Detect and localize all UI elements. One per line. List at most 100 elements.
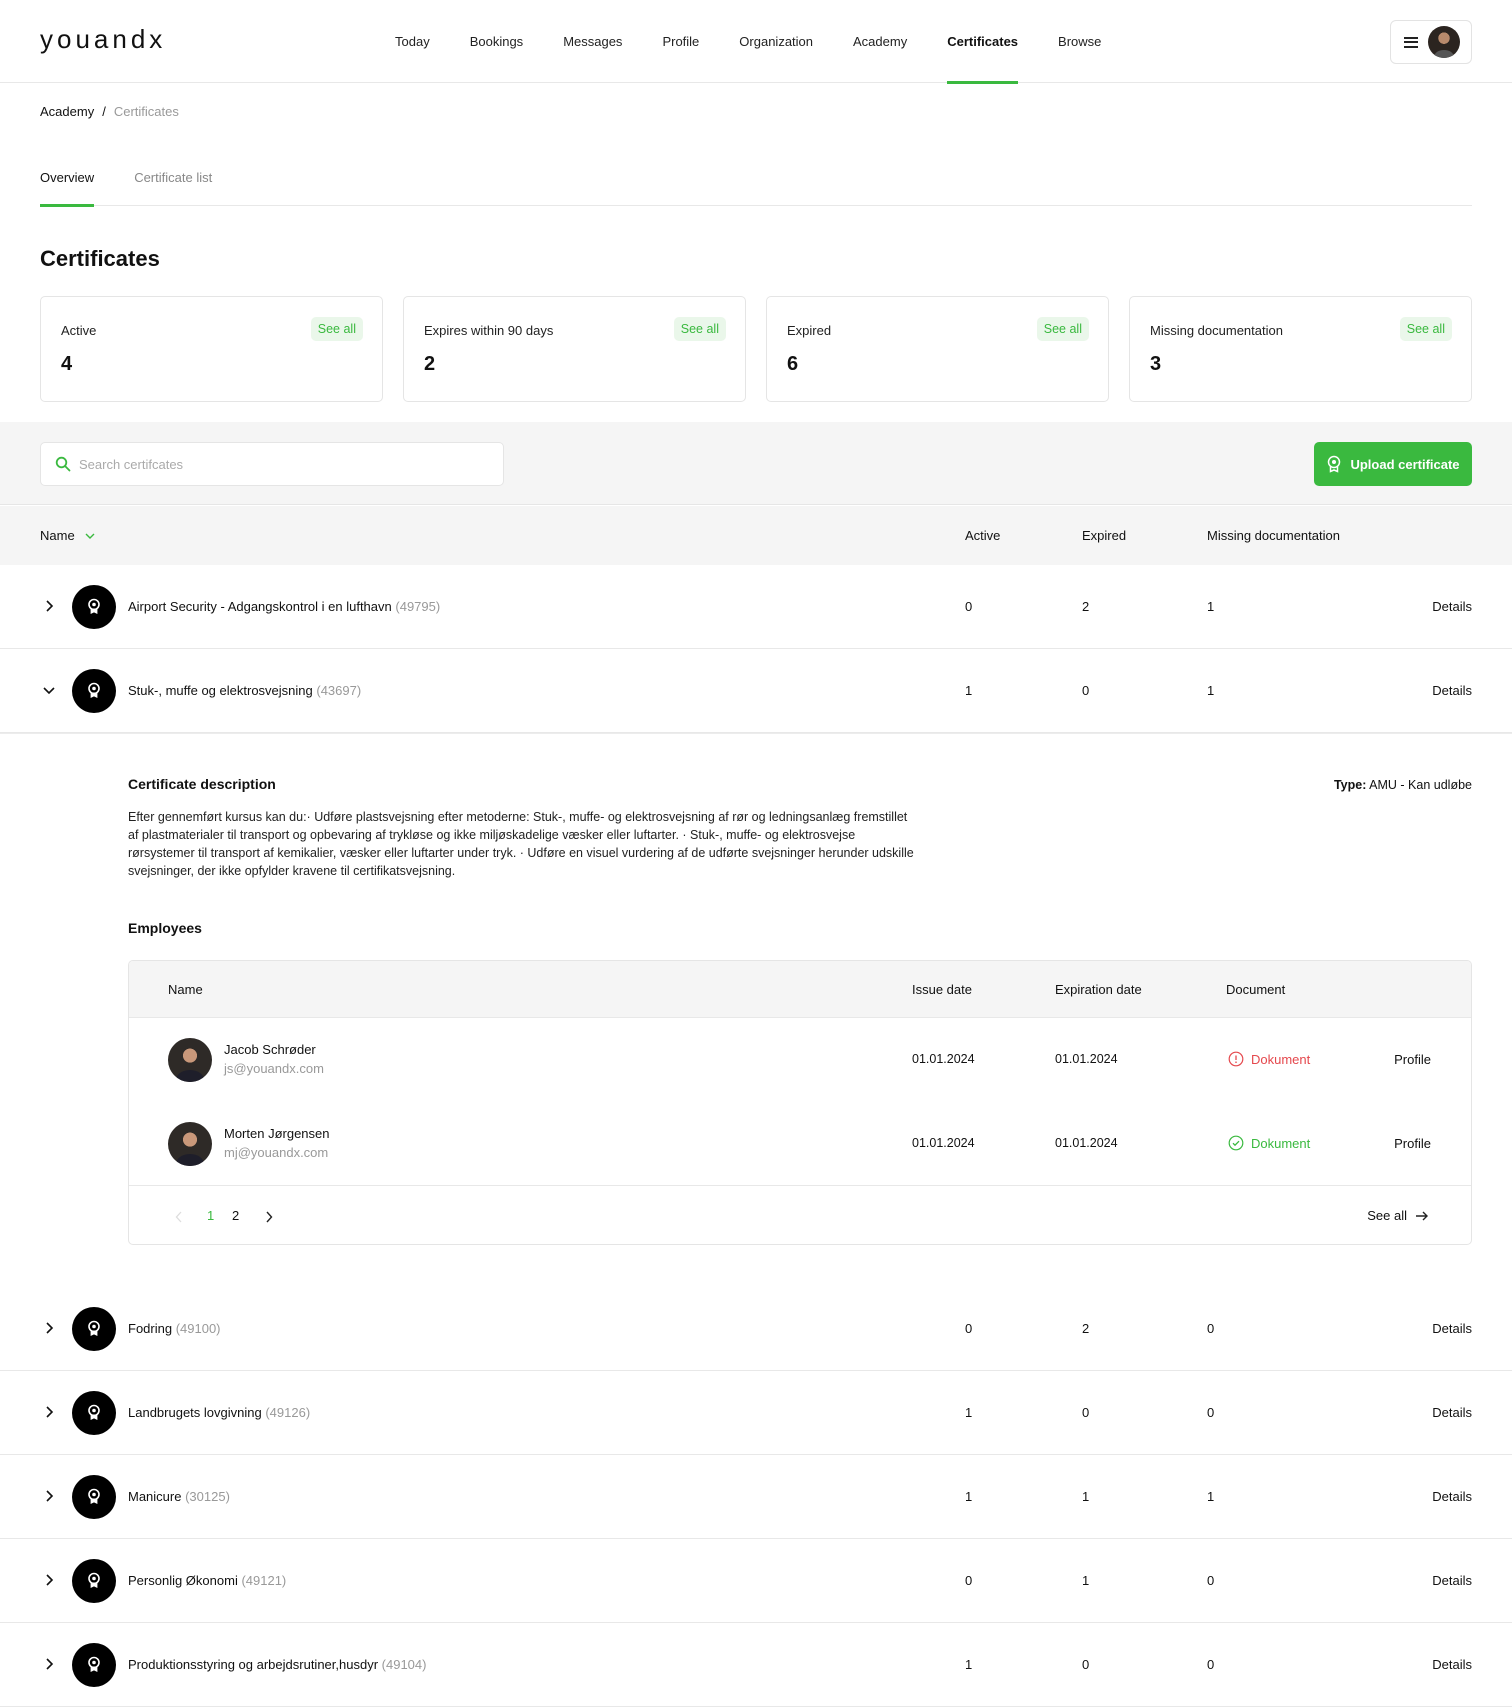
nav-organization[interactable]: Organization: [739, 0, 813, 83]
previous-page-icon[interactable]: [175, 1211, 183, 1223]
chevron-right-icon[interactable]: [42, 599, 56, 613]
chevron-down-icon[interactable]: [42, 683, 56, 697]
details-link[interactable]: Details: [1432, 1321, 1472, 1336]
card-label: Missing documentation: [1150, 323, 1283, 338]
nav-profile[interactable]: Profile: [662, 0, 699, 83]
tab-bar: Overview Certificate list: [40, 170, 1472, 207]
search-field[interactable]: [40, 442, 504, 486]
nav-today[interactable]: Today: [395, 0, 430, 83]
active-count: 0: [965, 1321, 973, 1336]
sort-by-name[interactable]: Name: [40, 528, 95, 543]
missing-count: 0: [1207, 1321, 1215, 1336]
col-document: Document: [1226, 982, 1286, 997]
missing-count: 0: [1207, 1405, 1215, 1420]
certificate-row[interactable]: Stuk-, muffe og elektrosvejsning (43697)…: [0, 649, 1512, 733]
user-menu-button[interactable]: [1390, 20, 1472, 64]
col-expiration-date: Expiration date: [1055, 982, 1142, 997]
certificate-badge-icon: [72, 1307, 116, 1351]
card-label: Expired: [787, 323, 832, 338]
upload-certificate-button[interactable]: Upload certificate: [1314, 442, 1472, 486]
expired-count: 0: [1082, 1405, 1090, 1420]
details-link[interactable]: Details: [1432, 683, 1472, 698]
nav-academy[interactable]: Academy: [853, 0, 907, 83]
document-link-ok[interactable]: Dokument: [1228, 1135, 1310, 1151]
logo[interactable]: youandx: [40, 24, 166, 55]
profile-link[interactable]: Profile: [1394, 1052, 1431, 1067]
see-all-button[interactable]: See all: [673, 317, 726, 341]
certificate-name: Airport Security - Adgangskontrol i en l…: [128, 599, 392, 614]
certificate-icon: [1328, 455, 1341, 473]
col-issue-date: Issue date: [912, 982, 972, 997]
description-text: Efter gennemført kursus kan du:· Udføre …: [128, 810, 914, 878]
tab-overview[interactable]: Overview: [40, 170, 95, 207]
certificate-badge-icon: [72, 1643, 116, 1687]
summary-cards: Active See all 4 Expires within 90 days …: [40, 296, 1472, 402]
details-link[interactable]: Details: [1432, 1405, 1472, 1420]
chevron-right-icon[interactable]: [42, 1573, 56, 1587]
see-all-button[interactable]: See all: [1399, 317, 1452, 341]
search-icon: [55, 456, 71, 472]
active-count: 1: [965, 1405, 973, 1420]
details-link[interactable]: Details: [1432, 1657, 1472, 1672]
expired-count: 2: [1082, 599, 1090, 614]
certificate-type: Type: AMU - Kan udløbe: [1334, 778, 1472, 792]
nav-browse[interactable]: Browse: [1058, 0, 1101, 83]
employee-name: Jacob Schrøder: [224, 1042, 316, 1057]
card-label: Expires within 90 days: [424, 323, 554, 338]
card-value: 4: [61, 353, 73, 375]
page-1[interactable]: 1: [207, 1208, 214, 1223]
employees-table-header: Name Issue date Expiration date Document: [129, 961, 1471, 1018]
chevron-down-icon: [85, 533, 95, 539]
certificate-row[interactable]: Airport Security - Adgangskontrol i en l…: [0, 565, 1512, 649]
nav-bookings[interactable]: Bookings: [470, 0, 523, 83]
header-expired: Expired: [1082, 528, 1127, 543]
profile-link[interactable]: Profile: [1394, 1136, 1431, 1151]
chevron-right-icon[interactable]: [42, 1321, 56, 1335]
certificate-name: Stuk-, muffe og elektrosvejsning: [128, 683, 313, 698]
certificate-code: (49126): [265, 1405, 311, 1420]
certificate-row[interactable]: Produktionsstyring og arbejdsrutiner,hus…: [0, 1623, 1512, 1707]
alert-circle-icon: [1228, 1051, 1244, 1067]
check-circle-icon: [1228, 1135, 1244, 1151]
chevron-right-icon[interactable]: [42, 1657, 56, 1671]
details-link[interactable]: Details: [1432, 599, 1472, 614]
certificate-row[interactable]: Manicure (30125) 1 1 1 Details: [0, 1455, 1512, 1539]
details-link[interactable]: Details: [1432, 1489, 1472, 1504]
employee-avatar: [168, 1038, 212, 1082]
certificate-badge-icon: [72, 585, 116, 629]
upload-certificate-label: Upload certificate: [1350, 456, 1460, 472]
document-label: Dokument: [1251, 1135, 1311, 1151]
page-2[interactable]: 2: [232, 1208, 239, 1223]
search-input[interactable]: [79, 456, 479, 472]
nav-certificates[interactable]: Certificates: [947, 0, 1018, 84]
employee-row: Morten Jørgensen mj@youandx.com 01.01.20…: [129, 1102, 1471, 1186]
employees-table: Name Issue date Expiration date Document…: [128, 960, 1472, 1245]
filter-bar: Upload certificate: [0, 422, 1512, 505]
certificate-row[interactable]: Personlig Økonomi (49121) 0 1 0 Details: [0, 1539, 1512, 1623]
document-link-missing[interactable]: Dokument: [1228, 1051, 1310, 1067]
certificate-badge-icon: [72, 669, 116, 713]
type-value: AMU - Kan udløbe: [1369, 778, 1472, 792]
expiration-date: 01.01.2024: [1055, 1136, 1118, 1150]
chevron-right-icon[interactable]: [42, 1405, 56, 1419]
nav-messages[interactable]: Messages: [563, 0, 622, 83]
employee-email: js@youandx.com: [224, 1061, 324, 1076]
certificate-title: Produktionsstyring og arbejdsrutiner,hus…: [128, 1657, 426, 1672]
tab-certificate-list[interactable]: Certificate list: [134, 170, 212, 206]
see-all-employees-link[interactable]: See all: [1367, 1208, 1429, 1223]
certificate-title: Manicure (30125): [128, 1489, 230, 1504]
see-all-button[interactable]: See all: [310, 317, 363, 341]
issue-date: 01.01.2024: [912, 1136, 975, 1150]
chevron-right-icon[interactable]: [42, 1489, 56, 1503]
card-label: Active: [61, 323, 97, 338]
type-label: Type:: [1333, 778, 1367, 792]
missing-count: 0: [1207, 1573, 1215, 1588]
certificate-row[interactable]: Fodring (49100) 0 2 0 Details: [0, 1287, 1512, 1371]
see-all-button[interactable]: See all: [1036, 317, 1089, 341]
details-link[interactable]: Details: [1432, 1573, 1472, 1588]
certificate-name: Manicure: [128, 1489, 182, 1504]
breadcrumb-academy[interactable]: Academy: [40, 104, 94, 119]
breadcrumb: Academy / Certificates: [40, 104, 179, 119]
next-page-icon[interactable]: [265, 1211, 273, 1223]
certificate-row[interactable]: Landbrugets lovgivning (49126) 1 0 0 Details: [0, 1371, 1512, 1455]
